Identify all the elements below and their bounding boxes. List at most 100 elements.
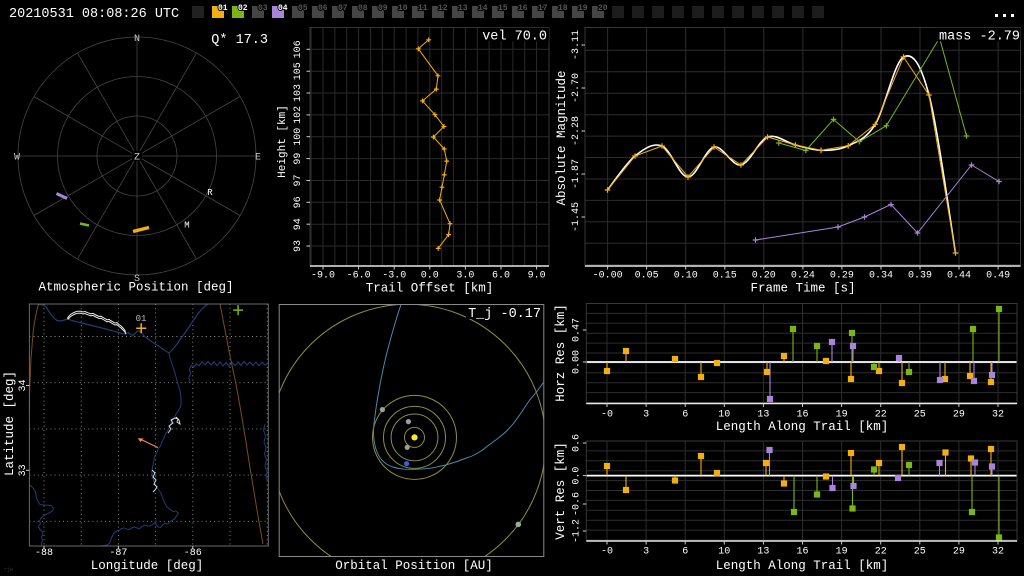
svg-text:0.34: 0.34 [869,271,893,282]
svg-text:9.0: 9.0 [528,271,546,282]
svg-text:0.0: 0.0 [421,271,439,282]
svg-text:03: 03 [258,4,268,13]
svg-text:-1.2: -1.2 [572,519,583,543]
svg-text:0.20: 0.20 [752,271,776,282]
svg-text:6: 6 [682,547,688,558]
svg-text:0.29: 0.29 [830,271,854,282]
svg-text:10: 10 [398,4,408,13]
svg-text:T_j -0.17: T_j -0.17 [468,307,541,322]
svg-text:17: 17 [538,4,548,13]
svg-text:106: 106 [293,40,304,58]
svg-text:02: 02 [238,4,248,13]
svg-text:0.44: 0.44 [947,271,971,282]
svg-text:33: 33 [18,464,29,476]
svg-text:-87: -87 [109,548,127,559]
svg-text:0.00: 0.00 [572,350,583,374]
svg-text:105: 105 [293,62,304,80]
svg-text:11: 11 [418,4,428,13]
svg-text:Z: Z [134,153,140,164]
svg-text:25: 25 [914,410,926,421]
svg-text:Q* 17.3: Q* 17.3 [211,33,268,48]
svg-text:06: 06 [318,4,328,13]
svg-text:6: 6 [682,410,688,421]
svg-text:-1.45: -1.45 [571,202,582,232]
svg-text:13: 13 [757,547,769,558]
svg-text:3.0: 3.0 [456,271,474,282]
svg-text:rjw: rjw [4,567,13,573]
svg-text:102: 102 [293,106,304,124]
svg-text:34: 34 [18,379,29,391]
svg-text:W: W [14,153,20,164]
svg-text:32: 32 [992,547,1004,558]
svg-text:R: R [207,188,213,198]
svg-text:97: 97 [293,174,304,186]
svg-text:Absolute Magnitude: Absolute Magnitude [555,70,569,205]
svg-text:0.6: 0.6 [572,434,583,452]
svg-text:94: 94 [293,218,304,230]
svg-text:0.05: 0.05 [635,271,659,282]
svg-text:19: 19 [836,410,848,421]
svg-text:N: N [134,34,140,45]
svg-text:3: 3 [643,547,649,558]
svg-text:93: 93 [293,240,304,252]
svg-text:20: 20 [598,4,608,13]
svg-text:Trail Offset [km]: Trail Offset [km] [366,282,494,296]
svg-text:-0.00: -0.00 [593,271,623,282]
svg-text:08: 08 [358,4,368,13]
svg-text:Length Along Trail [km]: Length Along Trail [km] [716,420,889,434]
svg-text:Atmospheric Position [deg]: Atmospheric Position [deg] [38,281,233,295]
svg-text:05: 05 [298,4,308,13]
svg-text:-2.70: -2.70 [571,73,582,103]
svg-text:mass -2.79: mass -2.79 [939,30,1020,45]
svg-text:99: 99 [293,153,304,165]
svg-text:19: 19 [836,547,848,558]
svg-text:12: 12 [438,4,448,13]
svg-text:18: 18 [558,4,568,13]
svg-text:-0: -0 [601,410,613,421]
svg-text:0.49: 0.49 [986,271,1010,282]
svg-text:-3.11: -3.11 [571,30,582,60]
svg-text:19: 19 [578,4,588,13]
svg-text:09: 09 [378,4,388,13]
svg-text:Latitude [deg]: Latitude [deg] [3,371,17,476]
svg-text:15: 15 [498,4,508,13]
svg-text:E: E [255,153,261,164]
svg-text:-1.87: -1.87 [571,159,582,189]
svg-text:22: 22 [875,547,887,558]
svg-text:-88: -88 [35,548,53,559]
svg-text:29: 29 [953,547,965,558]
svg-text:Height [km]: Height [km] [277,105,289,178]
svg-text:01: 01 [136,314,147,324]
svg-text:-9.0: -9.0 [311,271,335,282]
svg-text:96: 96 [293,196,304,208]
svg-text:0.47: 0.47 [572,318,583,342]
svg-text:16: 16 [518,4,528,13]
svg-text:3: 3 [643,410,649,421]
svg-text:07: 07 [338,4,348,13]
svg-text:-0: -0 [601,547,613,558]
svg-text:10: 10 [718,547,730,558]
svg-text:Longitude [deg]: Longitude [deg] [91,559,204,573]
svg-text:0.10: 0.10 [674,271,698,282]
svg-text:04: 04 [278,4,288,13]
svg-text:100: 100 [293,128,304,146]
svg-text:M: M [184,221,189,231]
svg-text:0.0: 0.0 [572,467,583,485]
svg-text:-6.0: -6.0 [347,271,371,282]
svg-text:25: 25 [914,547,926,558]
svg-text:0.15: 0.15 [713,271,737,282]
svg-text:Frame Time [s]: Frame Time [s] [750,282,855,296]
svg-text:vel 70.0: vel 70.0 [482,30,547,45]
svg-text:-0.6: -0.6 [572,492,583,516]
svg-text:01: 01 [218,4,228,13]
svg-text:22: 22 [875,410,887,421]
svg-text:0.24: 0.24 [791,271,815,282]
svg-text:16: 16 [796,410,808,421]
svg-text:16: 16 [796,547,808,558]
svg-text:-86: -86 [184,548,202,559]
svg-text:Vert Res [km]: Vert Res [km] [554,442,568,540]
svg-text:-3.0: -3.0 [382,271,406,282]
svg-text:103: 103 [293,84,304,102]
svg-text:13: 13 [757,410,769,421]
svg-text:-2.28: -2.28 [571,116,582,146]
